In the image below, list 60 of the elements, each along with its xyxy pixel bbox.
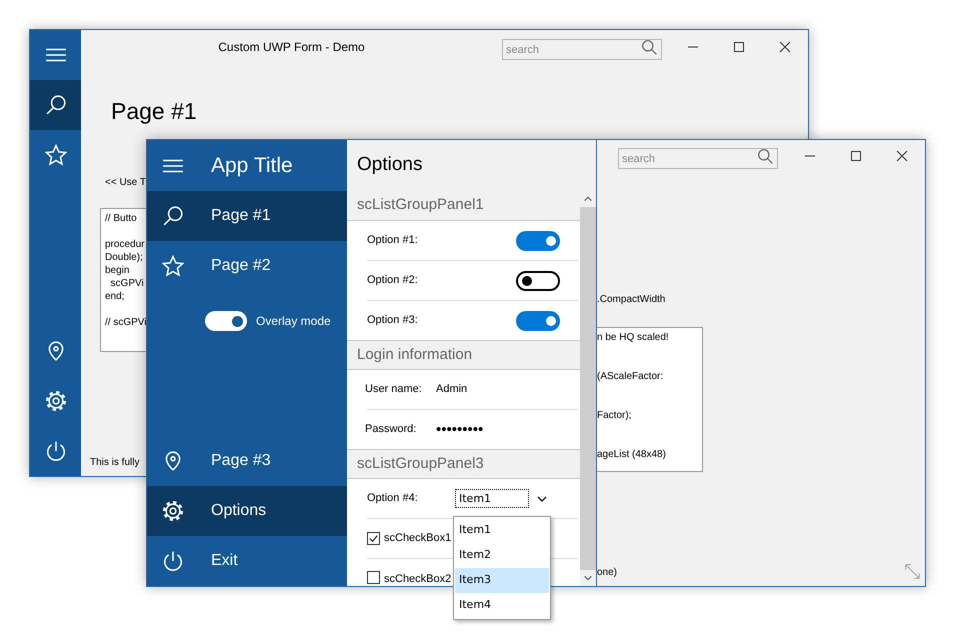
star-icon bbox=[162, 255, 184, 277]
page-title: Page #1 bbox=[111, 97, 198, 126]
checkbox[interactable] bbox=[367, 571, 380, 584]
dropdown-item[interactable]: Item3 bbox=[455, 568, 549, 593]
code-line: // scGPVi bbox=[105, 316, 146, 328]
option-label: Option #3: bbox=[367, 313, 418, 328]
rail-button[interactable] bbox=[30, 80, 81, 130]
settings-icon bbox=[162, 500, 184, 522]
power-icon bbox=[44, 440, 66, 462]
toggle-switch[interactable] bbox=[516, 270, 560, 290]
footer-text: This is fully bbox=[90, 456, 140, 470]
caption-text: .CompactWidth bbox=[597, 293, 666, 307]
toggle-switch[interactable] bbox=[516, 310, 560, 330]
box-text-line: n be HQ scaled! bbox=[597, 331, 670, 345]
code-line: procedur bbox=[105, 238, 144, 250]
field-label: Password: bbox=[365, 422, 418, 438]
code-line: end; bbox=[105, 290, 124, 302]
nav-item[interactable]: Page #1 bbox=[147, 191, 347, 241]
password-value: ••••••••• bbox=[436, 422, 484, 437]
star-icon bbox=[44, 144, 66, 166]
maximize-icon bbox=[850, 150, 862, 162]
close-icon bbox=[896, 150, 908, 162]
box-text-line: Factor); bbox=[597, 409, 632, 423]
power-icon bbox=[162, 550, 184, 572]
search-icon bbox=[641, 38, 658, 56]
checkbox-label: scCheckBox2 bbox=[384, 572, 452, 586]
search-icon bbox=[757, 148, 774, 164]
settings-icon bbox=[44, 390, 66, 412]
resize-grip-icon bbox=[904, 563, 921, 580]
overlay-label: Overlay mode bbox=[256, 313, 331, 330]
nav-item[interactable]: Options bbox=[147, 486, 347, 536]
options-title: Options bbox=[357, 153, 422, 178]
search-icon bbox=[44, 94, 66, 116]
option-label: Option #2: bbox=[367, 273, 418, 288]
search-icon bbox=[162, 205, 184, 227]
hint-text: << Use T bbox=[105, 176, 147, 190]
code-line: Double); bbox=[105, 250, 143, 264]
checkbox[interactable] bbox=[367, 532, 380, 545]
overlay-toggle[interactable] bbox=[205, 311, 247, 331]
toggle-switch[interactable] bbox=[516, 230, 560, 250]
field-value: Admin bbox=[436, 382, 468, 398]
search-field[interactable]: search bbox=[618, 148, 778, 169]
window-title: Custom UWP Form - Demo bbox=[217, 39, 366, 56]
scroll-down-icon bbox=[583, 573, 593, 583]
option-label: Option #4: bbox=[367, 491, 419, 506]
box-text-line: ageList (48x48) bbox=[597, 448, 667, 462]
box-text-line: (AScaleFactor: bbox=[597, 370, 664, 384]
code-line: scGPVi bbox=[110, 276, 144, 290]
app-title: App Title bbox=[211, 152, 293, 179]
code-line: begin bbox=[105, 264, 130, 276]
field-label: User name: bbox=[365, 382, 423, 398]
footer-text: one) bbox=[597, 566, 618, 580]
checkbox-label: scCheckBox1 bbox=[384, 531, 452, 546]
close-icon bbox=[779, 41, 791, 53]
option-label: Option #1: bbox=[367, 233, 418, 248]
search-field[interactable]: search bbox=[502, 39, 662, 60]
scroll-up-icon bbox=[583, 194, 593, 204]
maximize-icon bbox=[733, 41, 745, 53]
check-icon bbox=[368, 533, 379, 544]
code-line: // Butto bbox=[105, 212, 137, 224]
